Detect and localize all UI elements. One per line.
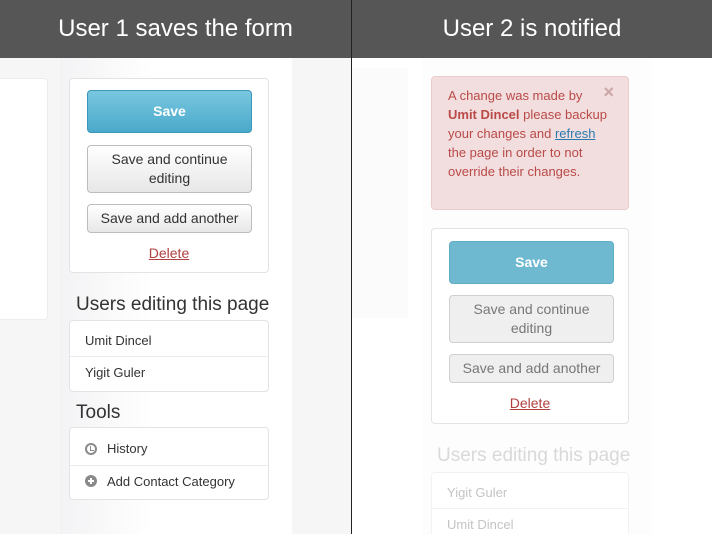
save-and-continue-button[interactable]: Save and continue editing: [449, 295, 614, 343]
alert-text-prefix: A change was made by: [448, 88, 583, 103]
delete-link[interactable]: Delete: [70, 245, 268, 261]
refresh-link[interactable]: refresh: [555, 126, 595, 141]
users-editing-title: Users editing this page: [437, 445, 631, 466]
change-alert: × A change was made by Umit Dincel pleas…: [431, 76, 629, 210]
alert-text-suffix: the page in order to not override their …: [448, 145, 583, 179]
user-1-panel: Save Save and continue editing Save and …: [0, 0, 351, 534]
list-item: Umit Dincel: [85, 333, 152, 348]
save-and-add-another-button[interactable]: Save and add another: [449, 354, 614, 383]
save-and-add-another-button[interactable]: Save and add another: [87, 204, 252, 233]
users-editing-list: Umit Dincel Yigit Guler: [69, 320, 269, 392]
user-2-panel: × A change was made by Umit Dincel pleas…: [352, 0, 712, 534]
close-icon[interactable]: ×: [603, 83, 614, 102]
save-and-continue-button[interactable]: Save and continue editing: [87, 145, 252, 193]
list-item: Umit Dincel: [432, 508, 628, 534]
background-form-panel: [0, 78, 48, 320]
left-header: User 1 saves the form: [0, 0, 351, 58]
users-editing-title: Users editing this page: [76, 294, 270, 315]
plus-circle-icon: [85, 475, 97, 487]
actions-card: Save Save and continue editing Save and …: [431, 228, 629, 424]
alert-user-name: Umit Dincel: [448, 107, 520, 122]
tool-label: Add Contact Category: [107, 473, 235, 489]
list-item: Yigit Guler: [70, 356, 268, 387]
save-button[interactable]: Save: [449, 241, 614, 284]
tools-list: History Add Contact Category: [69, 427, 269, 500]
actions-card: Save Save and continue editing Save and …: [69, 78, 269, 273]
tool-add-contact-category[interactable]: Add Contact Category: [70, 465, 268, 496]
clock-icon: [85, 442, 97, 455]
delete-link[interactable]: Delete: [432, 395, 628, 411]
tool-label: History: [107, 441, 148, 456]
list-item: Yigit Guler: [447, 485, 508, 500]
tools-title: Tools: [76, 402, 121, 423]
users-editing-list: Yigit Guler Umit Dincel: [431, 472, 629, 534]
background-form-panel: [352, 68, 408, 318]
tool-history[interactable]: History: [70, 433, 268, 464]
right-header: User 2 is notified: [352, 0, 712, 58]
save-button[interactable]: Save: [87, 90, 252, 133]
